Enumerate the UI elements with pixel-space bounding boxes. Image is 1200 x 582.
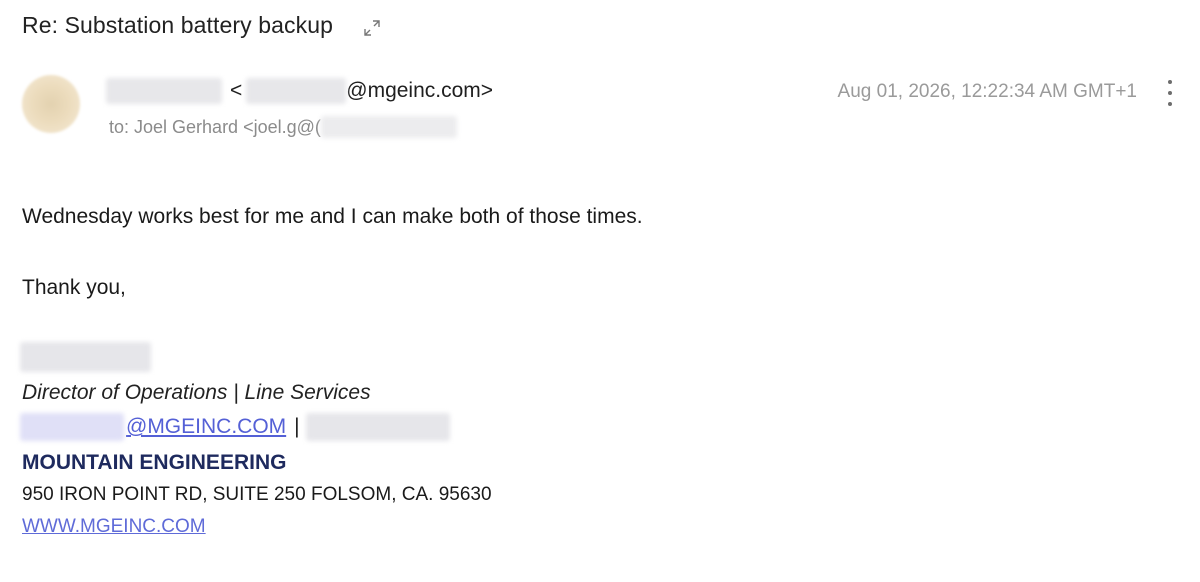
signature-email-link[interactable]: @MGEINC.COM	[126, 415, 286, 439]
signature-address: 950 IRON POINT RD, SUITE 250 FOLSOM, CA.…	[22, 484, 492, 505]
sender-line: < @mgeinc.com>	[106, 78, 493, 104]
signature-website-link[interactable]: WWW.MGEINC.COM	[22, 516, 206, 538]
signature-pipe: |	[294, 415, 300, 438]
signature-title: Director of Operations | Line Services	[22, 381, 371, 404]
email-subject: Re: Substation battery backup	[22, 12, 334, 38]
email-view: Re: Substation battery backup < @mgeinc.…	[0, 0, 1200, 582]
signature-name-redacted	[20, 342, 151, 372]
sender-angle: <	[230, 79, 243, 102]
body-closing: Thank you,	[22, 276, 126, 299]
avatar	[22, 75, 80, 133]
sender-domain: @mgeinc.com>	[346, 79, 494, 102]
recipient-redacted	[320, 116, 457, 138]
recipient-line: to: Joel Gerhard <joel.g@(	[109, 116, 457, 138]
email-date: Aug 01, 2026, 12:22:34 AM GMT+1	[837, 81, 1137, 102]
body-paragraph: Wednesday works best for me and I can ma…	[22, 205, 643, 228]
signature-phone-redacted	[305, 413, 450, 441]
recipient-text: to: Joel Gerhard <joel.g@(	[109, 116, 321, 137]
signature-company: MOUNTAIN ENGINEERING	[22, 451, 287, 474]
more-vertical-icon[interactable]	[1163, 80, 1177, 106]
subject-row: Re: Substation battery backup	[22, 12, 383, 39]
sender-user-redacted	[246, 78, 347, 104]
sender-name-redacted	[106, 78, 222, 104]
expand-icon[interactable]	[361, 17, 383, 39]
signature-contact: @MGEINC.COM |	[20, 413, 450, 441]
signature-email-redacted	[20, 413, 124, 441]
